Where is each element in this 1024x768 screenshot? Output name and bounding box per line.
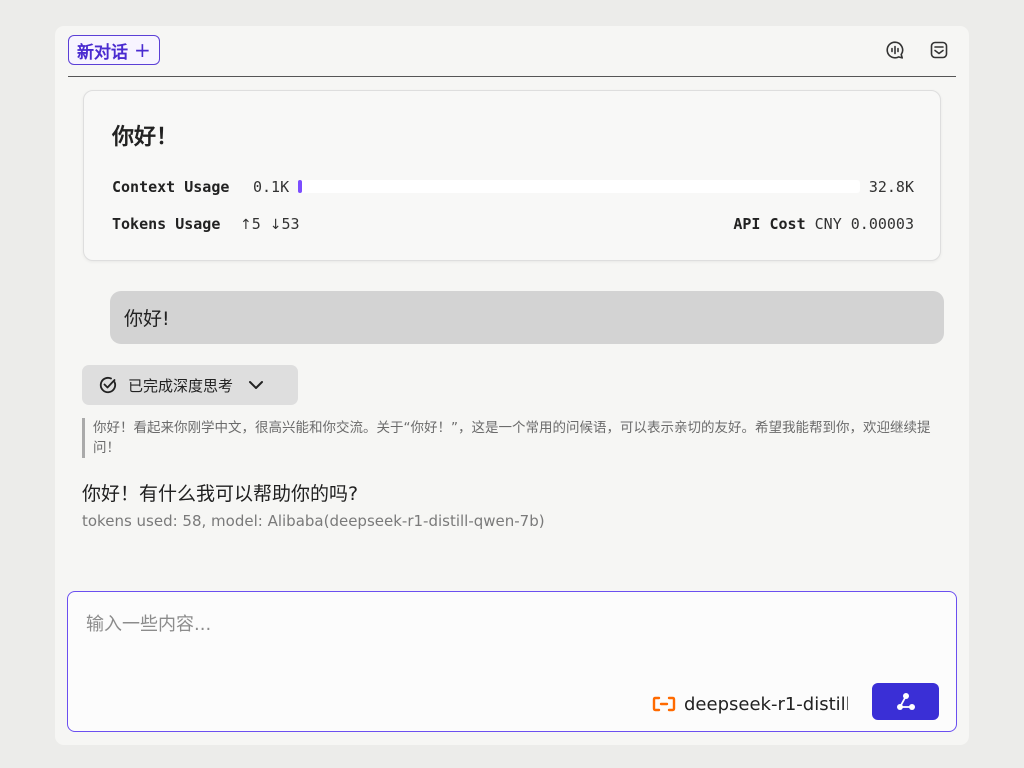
arrow-down-icon: ↓ bbox=[269, 217, 282, 233]
alibaba-cloud-icon bbox=[652, 696, 676, 712]
context-usage-bar bbox=[298, 180, 860, 193]
model-name: deepseek-r1-distill-qwen-7b bbox=[684, 693, 848, 715]
chevron-down-icon bbox=[249, 381, 264, 389]
api-cost-label: API Cost bbox=[733, 215, 806, 233]
tokens-usage-row: Tokens Usage ↑5 ↓53 API Cost CNY 0.00003 bbox=[112, 215, 914, 235]
api-cost-value: CNY 0.00003 bbox=[814, 215, 914, 233]
thinking-content: 你好！看起来你刚学中文，很高兴能和你交流。关于“你好！”，这是一个常用的问候语，… bbox=[82, 418, 948, 458]
context-used-value: 0.1K bbox=[253, 178, 290, 196]
user-message-bubble: 你好! bbox=[110, 291, 944, 344]
send-button[interactable] bbox=[872, 683, 939, 720]
tokens-up-value: 5 bbox=[251, 215, 261, 233]
new-chat-button[interactable]: 新对话 + bbox=[68, 35, 160, 65]
context-max-value: 32.8K bbox=[868, 178, 914, 196]
plus-icon: + bbox=[134, 38, 151, 62]
stats-greeting: 你好！ bbox=[112, 125, 179, 150]
chat-header: 新对话 + bbox=[68, 34, 956, 77]
context-usage-row: Context Usage 0.1K 32.8K bbox=[112, 178, 914, 198]
usage-stats-card: 你好！ Context Usage 0.1K 32.8K Tokens Usag… bbox=[83, 90, 941, 261]
tokens-usage-values: ↑5 ↓53 bbox=[240, 215, 300, 233]
send-icon bbox=[896, 692, 915, 710]
tokens-down-value: 53 bbox=[281, 215, 300, 233]
arrow-up-icon: ↑ bbox=[240, 217, 252, 233]
assistant-answer: 你好！有什么我可以帮助你的吗? bbox=[82, 483, 359, 505]
chat-panel: 新对话 + 你好！ Context Usage 0.1K 32.8K Token… bbox=[55, 26, 969, 745]
response-meta: tokens used: 58, model: Alibaba(deepseek… bbox=[82, 512, 545, 530]
context-usage-label: Context Usage bbox=[112, 178, 230, 196]
thinking-toggle-button[interactable]: 已完成深度思考 bbox=[82, 365, 298, 405]
thinking-toggle-label: 已完成深度思考 bbox=[128, 376, 234, 395]
user-message-text: 你好! bbox=[124, 308, 170, 330]
new-chat-label: 新对话 bbox=[77, 42, 128, 63]
context-usage-fill bbox=[298, 180, 302, 193]
voice-icon[interactable] bbox=[885, 40, 905, 60]
model-selector[interactable]: deepseek-r1-distill-qwen-7b bbox=[652, 689, 848, 719]
tokens-usage-label: Tokens Usage bbox=[112, 215, 221, 233]
notes-icon[interactable] bbox=[929, 40, 949, 60]
message-input-box: deepseek-r1-distill-qwen-7b bbox=[67, 591, 957, 732]
api-cost: API Cost CNY 0.00003 bbox=[733, 215, 914, 233]
check-circle-icon bbox=[99, 376, 117, 394]
message-input[interactable] bbox=[84, 608, 938, 672]
